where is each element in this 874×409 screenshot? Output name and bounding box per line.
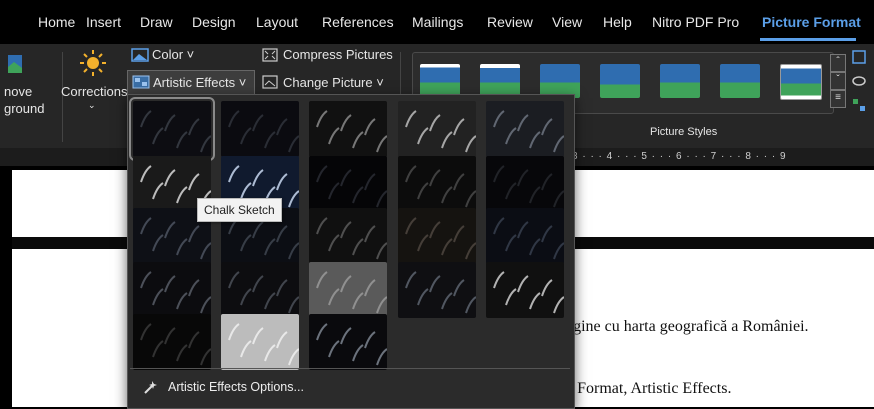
change-picture-icon[interactable]	[262, 75, 278, 89]
tab-picture-format[interactable]: Picture Format	[762, 14, 861, 30]
remove-background-label-1: nove	[4, 84, 33, 99]
tab-nitro-pdf-pro[interactable]: Nitro PDF Pro	[652, 14, 739, 30]
artistic-effect-option[interactable]	[486, 101, 564, 157]
tab-home[interactable]: Home	[38, 14, 75, 30]
picture-style-4[interactable]	[600, 64, 640, 98]
artistic-effect-option[interactable]	[486, 208, 564, 264]
artistic-effect-option[interactable]	[398, 156, 476, 212]
corrections-button[interactable]: Corrections	[61, 84, 127, 99]
picture-style-7[interactable]	[780, 64, 822, 100]
tab-view[interactable]: View	[552, 14, 582, 30]
active-tab-indicator	[760, 38, 856, 41]
remove-background-icon[interactable]	[6, 53, 24, 75]
remove-background-label-2: ground	[4, 101, 45, 116]
artistic-effect-option[interactable]	[309, 262, 387, 318]
artistic-effect-option[interactable]	[398, 208, 476, 264]
tooltip: Chalk Sketch	[197, 198, 282, 222]
picture-border-icon[interactable]	[852, 50, 866, 64]
picture-styles-group-label: Picture Styles	[650, 126, 718, 138]
gallery-scroll-up-icon[interactable]: ˆ	[830, 54, 846, 72]
change-picture-button[interactable]: Change Picture ˅	[283, 75, 384, 90]
picture-style-1[interactable]	[420, 64, 460, 98]
artistic-effect-option[interactable]	[133, 262, 211, 318]
artistic-effect-option[interactable]	[398, 262, 476, 318]
artistic-effect-option[interactable]	[221, 101, 299, 157]
picture-layout-icon[interactable]	[852, 98, 866, 112]
picture-effects-icon[interactable]	[852, 74, 866, 88]
artistic-effects-label: Artistic Effects ˅	[153, 75, 247, 90]
tab-insert[interactable]: Insert	[86, 14, 121, 30]
artistic-effect-option[interactable]	[398, 101, 476, 157]
document-left-margin	[0, 166, 12, 407]
gallery-scroll-down-icon[interactable]: ˇ	[830, 72, 846, 90]
artistic-effect-option[interactable]	[309, 208, 387, 264]
picture-style-6[interactable]	[720, 64, 760, 98]
tab-design[interactable]: Design	[192, 14, 236, 30]
tab-mailings[interactable]: Mailings	[412, 14, 463, 30]
tab-draw[interactable]: Draw	[140, 14, 173, 30]
artistic-effect-option[interactable]	[309, 101, 387, 157]
document-text-line-1: agine cu harta geografică a României.	[566, 318, 809, 335]
artistic-effects-icon	[132, 75, 150, 89]
color-icon[interactable]	[131, 48, 149, 62]
tab-references[interactable]: References	[322, 14, 394, 30]
tab-review[interactable]: Review	[487, 14, 533, 30]
tab-help[interactable]: Help	[603, 14, 632, 30]
artistic-effect-option[interactable]	[221, 262, 299, 318]
artistic-effect-option[interactable]	[486, 156, 564, 212]
artistic-effect-option[interactable]	[221, 314, 299, 370]
color-button[interactable]: Color ˅	[152, 47, 194, 62]
corrections-sun-icon[interactable]	[80, 50, 106, 76]
tab-layout[interactable]: Layout	[256, 14, 298, 30]
ribbon-tab-bar: Home Insert Draw Design Layout Reference…	[0, 0, 874, 44]
picture-style-3[interactable]	[540, 64, 580, 98]
document-text-line-2: e Format, Artistic Effects.	[566, 380, 732, 397]
artistic-effects-options[interactable]: Artistic Effects Options...	[168, 380, 304, 394]
corrections-chevron-down-icon[interactable]: ⌄	[88, 100, 96, 111]
gallery-more-icon[interactable]: ≡	[830, 90, 846, 108]
artistic-effect-option[interactable]	[309, 314, 387, 370]
compress-pictures-button[interactable]: Compress Pictures	[283, 47, 393, 62]
picture-style-5[interactable]	[660, 64, 700, 98]
artistic-effect-option[interactable]	[486, 262, 564, 318]
artistic-effects-options-icon[interactable]	[142, 378, 160, 396]
ruler-marks: 3 · · · 4 · · · 5 · · · 6 · · · 7 · · · …	[572, 151, 787, 162]
artistic-effect-option[interactable]	[309, 156, 387, 212]
artistic-effect-option[interactable]	[129, 97, 215, 161]
artistic-effect-option[interactable]	[133, 314, 211, 370]
picture-style-2[interactable]	[480, 64, 520, 98]
compress-pictures-icon[interactable]	[262, 48, 278, 62]
menu-separator	[130, 368, 570, 369]
